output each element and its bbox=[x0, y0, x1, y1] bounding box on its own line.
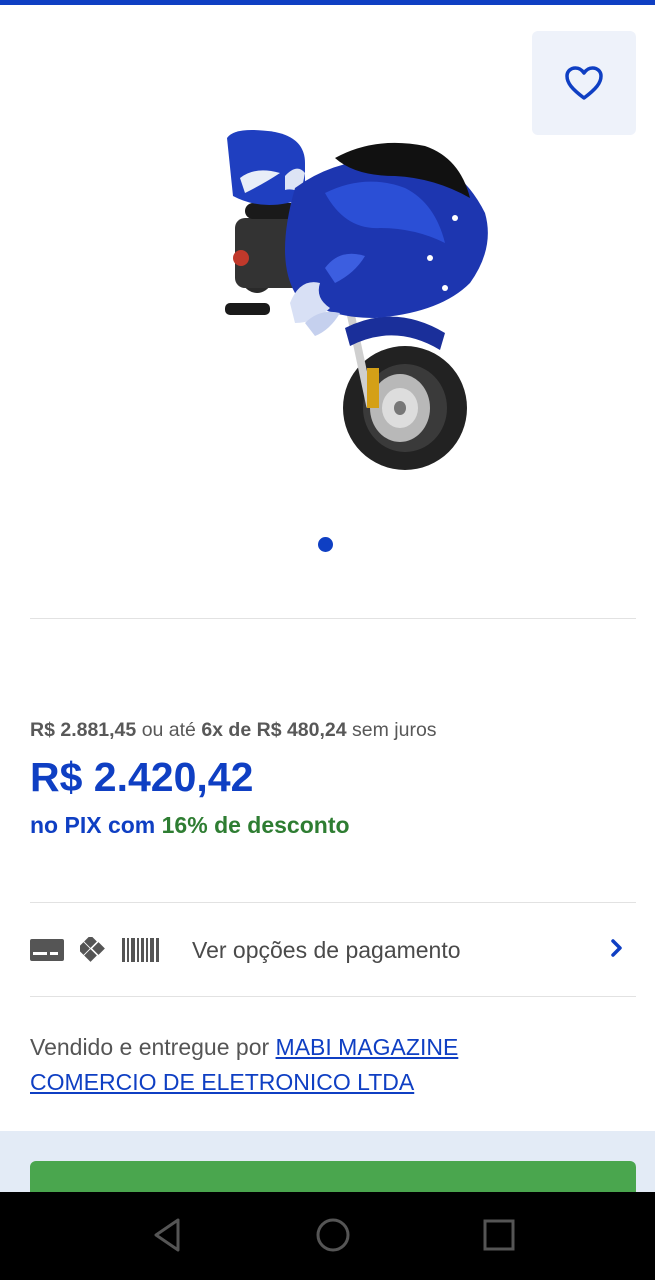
installment-value: 6x de R$ 480,24 bbox=[201, 719, 347, 741]
motorcycle-illustration bbox=[225, 130, 488, 470]
favorite-button[interactable] bbox=[532, 31, 636, 135]
payment-icons bbox=[30, 937, 160, 963]
divider bbox=[30, 902, 636, 903]
pix-prefix: no PIX com bbox=[30, 812, 156, 838]
original-price-line: R$ 2.881,45 ou até 6x de R$ 480,24 sem j… bbox=[30, 719, 437, 742]
divider bbox=[30, 618, 636, 619]
pix-discount: 16% de desconto bbox=[161, 812, 350, 838]
top-accent-bar bbox=[0, 0, 655, 5]
original-price: R$ 2.881,45 bbox=[30, 719, 137, 741]
installment-prefix: ou até bbox=[141, 719, 196, 741]
heart-icon bbox=[565, 66, 603, 100]
seller-info: Vendido e entregue por MABI MAGAZINE COM… bbox=[30, 1030, 590, 1100]
pix-price: R$ 2.420,42 bbox=[30, 754, 254, 800]
back-triangle-icon[interactable] bbox=[150, 1210, 186, 1260]
payment-options-label: Ver opções de pagamento bbox=[192, 936, 461, 963]
pix-discount-text: no PIX com 16% de desconto bbox=[30, 812, 350, 839]
recents-square-icon[interactable] bbox=[480, 1210, 518, 1260]
pix-icon bbox=[80, 937, 105, 962]
system-navigation-bar bbox=[0, 1192, 655, 1280]
home-circle-icon[interactable] bbox=[312, 1210, 354, 1260]
barcode-icon bbox=[122, 938, 159, 962]
gallery-page-indicator[interactable] bbox=[318, 537, 333, 552]
credit-card-icon bbox=[30, 939, 64, 961]
seller-prefix: Vendido e entregue por bbox=[30, 1034, 270, 1060]
payment-options-row[interactable]: Ver opções de pagamento bbox=[30, 920, 636, 980]
product-image[interactable] bbox=[205, 118, 505, 478]
chevron-right-icon bbox=[611, 939, 622, 957]
installment-suffix: sem juros bbox=[352, 719, 437, 741]
divider bbox=[30, 996, 636, 997]
